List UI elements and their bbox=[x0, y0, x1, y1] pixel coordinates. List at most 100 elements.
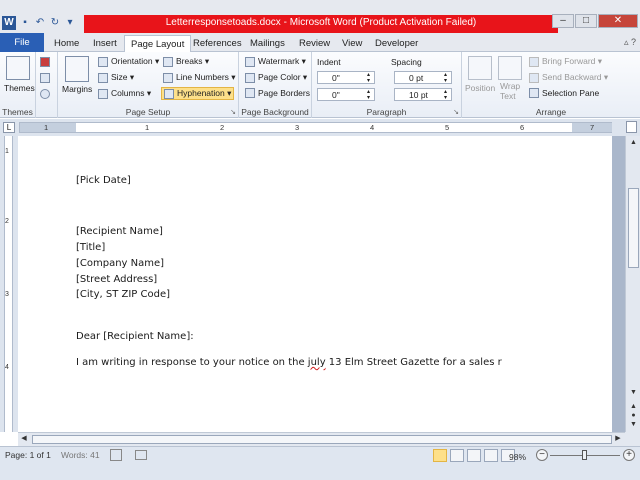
paragraph-group-label: Paragraph bbox=[366, 107, 407, 117]
tab-view[interactable]: View bbox=[342, 35, 362, 52]
breaks-button[interactable]: Breaks ▾ bbox=[163, 56, 209, 67]
status-row: Page: 1 of 1 Words: 41 98% − + bbox=[0, 447, 640, 465]
tab-insert[interactable]: Insert bbox=[93, 35, 117, 52]
tab-home[interactable]: Home bbox=[54, 35, 79, 52]
columns-button[interactable]: Columns ▾ bbox=[98, 88, 151, 99]
margins-button[interactable]: Margins bbox=[62, 84, 92, 94]
ruler-number: 4 bbox=[370, 123, 375, 132]
maximize-button[interactable]: □ bbox=[575, 14, 597, 28]
misspelled-word[interactable]: july bbox=[308, 357, 326, 368]
next-page-icon[interactable]: ▼ bbox=[628, 420, 639, 430]
spacing-before-field[interactable]: 0 pt bbox=[394, 71, 452, 84]
orientation-icon bbox=[98, 56, 108, 67]
customize-icon[interactable]: ▾ bbox=[64, 17, 76, 29]
body-text-end: 13 Elm Street Gazette for a sales r bbox=[325, 357, 502, 368]
minimize-button[interactable]: – bbox=[552, 14, 574, 28]
paragraph-launcher-icon[interactable]: ↘ bbox=[453, 108, 459, 116]
scroll-down-icon[interactable]: ▼ bbox=[628, 388, 639, 398]
web-layout-icon[interactable] bbox=[467, 449, 481, 462]
page-count[interactable]: Page: 1 of 1 bbox=[5, 450, 51, 460]
save-icon[interactable]: ▪ bbox=[19, 17, 31, 29]
tab-page-layout[interactable]: Page Layout bbox=[124, 35, 192, 52]
indent-right-field[interactable]: 0" bbox=[317, 88, 375, 101]
hyphenation-button[interactable]: Hyphenation ▾ bbox=[161, 87, 235, 100]
indent-left-field[interactable]: 0" bbox=[317, 71, 375, 84]
document-page[interactable]: [Pick Date] [Recipient Name] [Title] [Co… bbox=[18, 136, 612, 432]
ribbon-tabs: File Home Insert Page Layout References … bbox=[0, 33, 640, 52]
orientation-button[interactable]: Orientation ▾ bbox=[98, 56, 159, 67]
word-count[interactable]: Words: 41 bbox=[61, 450, 100, 460]
close-button[interactable]: ✕ bbox=[598, 14, 638, 28]
page-background-group-label: Page Background bbox=[241, 107, 309, 117]
horizontal-ruler[interactable]: 1 1 2 3 4 5 6 7 bbox=[19, 122, 612, 133]
selection-pane-icon bbox=[529, 88, 539, 98]
zoom-in-button[interactable]: + bbox=[623, 449, 635, 461]
scrollbar-corner bbox=[625, 432, 640, 446]
tab-developer[interactable]: Developer bbox=[375, 35, 418, 52]
line-numbers-button[interactable]: Line Numbers ▾ bbox=[163, 72, 236, 83]
spacing-after-field[interactable]: 10 pt bbox=[394, 88, 452, 101]
tab-file[interactable]: File bbox=[0, 33, 44, 52]
redo-icon[interactable]: ↻ bbox=[49, 17, 61, 29]
undo-icon[interactable]: ↶ bbox=[34, 17, 46, 29]
position-button[interactable]: Position bbox=[465, 83, 495, 93]
tab-review[interactable]: Review bbox=[299, 35, 330, 52]
company-name-placeholder[interactable]: [Company Name] bbox=[76, 258, 164, 269]
themes-button[interactable]: Themes bbox=[4, 83, 35, 93]
zoom-slider-thumb[interactable] bbox=[582, 450, 587, 460]
proofing-icon[interactable] bbox=[110, 449, 122, 461]
full-screen-reading-icon[interactable] bbox=[450, 449, 464, 462]
title-placeholder[interactable]: [Title] bbox=[76, 242, 105, 253]
zoom-level[interactable]: 98% bbox=[509, 452, 526, 462]
wrap-text-icon bbox=[498, 56, 522, 80]
bring-forward-button[interactable]: Bring Forward ▾ bbox=[529, 56, 602, 67]
ribbon-help-controls[interactable]: ▵ ? bbox=[624, 37, 636, 48]
scroll-right-icon[interactable]: ▶ bbox=[613, 434, 623, 444]
city-state-zip-placeholder[interactable]: [City, ST ZIP Code] bbox=[76, 289, 170, 300]
page-borders-button[interactable]: Page Borders bbox=[245, 88, 310, 98]
vertical-scroll-thumb[interactable] bbox=[628, 188, 639, 268]
tab-selector-button[interactable]: L bbox=[3, 122, 15, 133]
horizontal-scrollbar[interactable]: ◀ ▶ bbox=[18, 432, 625, 446]
macro-icon[interactable] bbox=[135, 450, 147, 460]
ruler-number: 3 bbox=[295, 123, 300, 132]
zoom-out-button[interactable]: − bbox=[536, 449, 548, 461]
size-button[interactable]: Size ▾ bbox=[98, 72, 134, 83]
page-setup-launcher-icon[interactable]: ↘ bbox=[230, 108, 236, 116]
body-text-start: I am writing in response to your notice … bbox=[76, 357, 308, 368]
page-color-button[interactable]: Page Color ▾ bbox=[245, 72, 307, 83]
salutation[interactable]: Dear [Recipient Name]: bbox=[76, 331, 194, 342]
outline-icon[interactable] bbox=[484, 449, 498, 462]
watermark-button[interactable]: Watermark ▾ bbox=[245, 56, 306, 67]
date-placeholder[interactable]: [Pick Date] bbox=[76, 175, 131, 186]
margins-icon[interactable] bbox=[65, 56, 89, 82]
body-paragraph[interactable]: I am writing in response to your notice … bbox=[76, 357, 502, 368]
themes-group-label: Themes bbox=[2, 107, 33, 117]
indent-label: Indent bbox=[317, 57, 341, 67]
spacing-label: Spacing bbox=[391, 57, 422, 67]
send-backward-button[interactable]: Send Backward ▾ bbox=[529, 72, 608, 83]
themes-icon[interactable] bbox=[6, 56, 30, 80]
breaks-icon bbox=[163, 56, 173, 67]
street-address-placeholder[interactable]: [Street Address] bbox=[76, 274, 157, 285]
recipient-name-placeholder[interactable]: [Recipient Name] bbox=[76, 226, 163, 237]
horizontal-scroll-thumb[interactable] bbox=[32, 435, 612, 444]
tab-mailings[interactable]: Mailings bbox=[250, 35, 285, 52]
vertical-scrollbar[interactable]: ▲ ▼ ▲ ● ▼ bbox=[625, 136, 640, 432]
selection-pane-button[interactable]: Selection Pane bbox=[529, 88, 599, 98]
scroll-left-icon[interactable]: ◀ bbox=[19, 434, 29, 444]
word-app-icon[interactable]: W bbox=[2, 16, 16, 30]
vruler-number: 2 bbox=[5, 218, 9, 225]
scroll-up-icon[interactable]: ▲ bbox=[628, 138, 639, 148]
view-ruler-button[interactable] bbox=[626, 121, 637, 133]
print-layout-icon[interactable] bbox=[433, 449, 447, 462]
theme-fonts-icon[interactable] bbox=[40, 73, 50, 83]
position-icon bbox=[468, 56, 492, 80]
theme-effects-icon[interactable] bbox=[40, 89, 50, 99]
theme-colors-icon[interactable] bbox=[40, 57, 50, 67]
ribbon: Themes Themes Margins Orientation ▾ Size… bbox=[0, 52, 640, 118]
tab-references[interactable]: References bbox=[193, 35, 242, 52]
wrap-text-button[interactable]: Wrap Text bbox=[500, 81, 524, 101]
arrange-group-label: Arrange bbox=[535, 107, 567, 117]
window-controls: – □ ✕ bbox=[552, 14, 638, 28]
